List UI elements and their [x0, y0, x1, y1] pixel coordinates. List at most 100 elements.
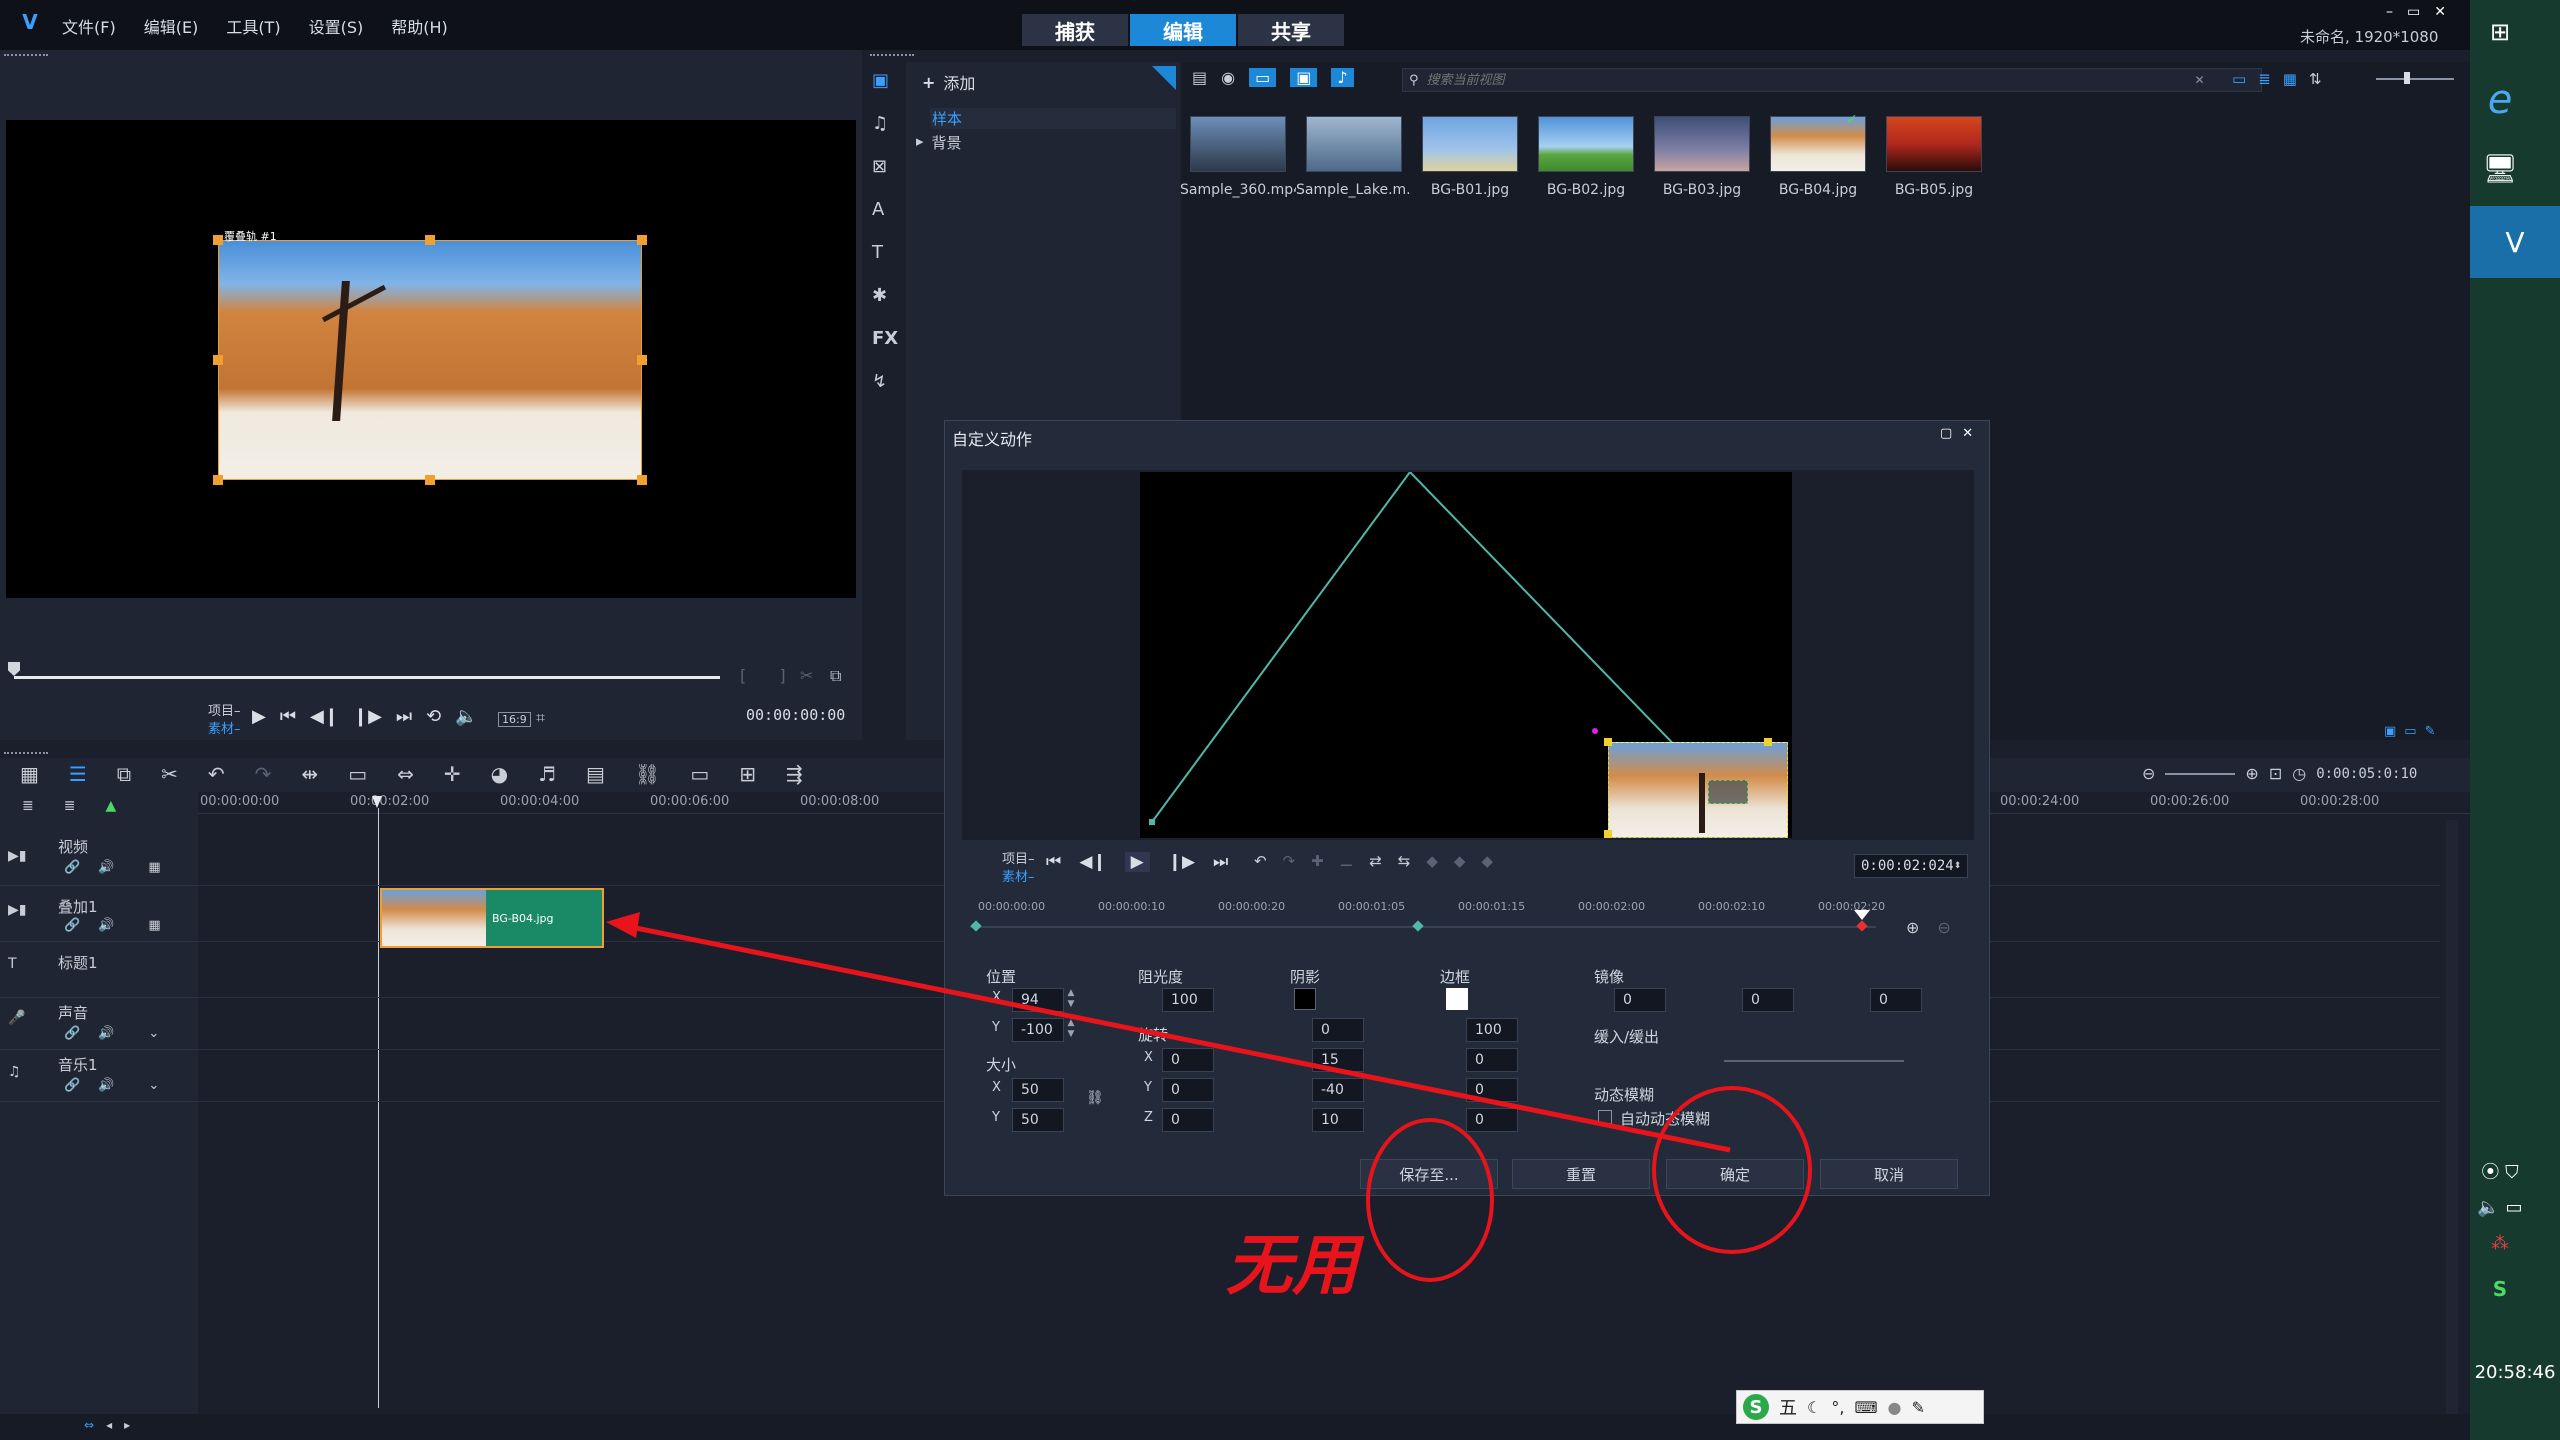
go-end-icon[interactable]: ⏭: [1213, 852, 1228, 872]
timecode-stepper-icon[interactable]: ⬍: [1954, 861, 1962, 871]
link-icon[interactable]: 🔗: [64, 860, 80, 875]
shadow-angle-field[interactable]: -40: [1312, 1078, 1364, 1102]
redo-icon[interactable]: ↷: [1283, 852, 1296, 870]
ease-slider[interactable]: [1724, 1060, 1904, 1062]
video-track-icon[interactable]: ▶▮: [8, 848, 26, 864]
tools-icon[interactable]: ✂: [161, 762, 178, 786]
crop-icon[interactable]: ⌗: [536, 708, 545, 728]
tray-ime-icon[interactable]: S: [2470, 1274, 2530, 1304]
grid-icon[interactable]: ⊞: [739, 762, 756, 786]
import-folder-icon[interactable]: ▤: [1192, 68, 1207, 87]
timeline-view-icon[interactable]: ☰: [69, 762, 87, 786]
add-folder-button[interactable]: + 添加: [922, 70, 975, 94]
title-library-icon[interactable]: A: [872, 199, 898, 220]
tray-network-icon[interactable]: ⦿ ⛉: [2470, 1156, 2530, 1186]
speaker-icon[interactable]: 🔊: [98, 918, 114, 933]
play-icon[interactable]: ▶: [252, 706, 266, 727]
next-frame-icon[interactable]: ❙▶: [1168, 852, 1195, 872]
fit-project-icon[interactable]: ⊡: [2269, 764, 2282, 783]
thumbnail-view-icon[interactable]: ▭: [2232, 70, 2246, 88]
voice-track-icon[interactable]: 🎤: [8, 1010, 26, 1026]
tab-edit[interactable]: 编辑: [1130, 14, 1236, 46]
menu-file[interactable]: 文件(F): [62, 14, 116, 38]
clock[interactable]: 20:58:46: [2470, 1362, 2560, 1383]
show-video-icon[interactable]: ▭: [1249, 68, 1277, 87]
border-color-swatch[interactable]: [1446, 988, 1468, 1010]
repeat-icon[interactable]: ⟲: [426, 706, 441, 727]
audio-icon[interactable]: ♬: [538, 762, 556, 786]
maximize-icon[interactable]: ▢: [1940, 426, 1952, 441]
shadow-opacity-field[interactable]: 0: [1312, 1018, 1364, 1042]
timeline-clip[interactable]: BG-B04.jpg: [380, 888, 604, 948]
wrench-icon[interactable]: ✎: [1912, 1398, 1925, 1417]
tree-item-backgrounds[interactable]: ▸ 背景: [916, 132, 962, 153]
title-track-icon[interactable]: T: [8, 956, 26, 972]
undo-icon[interactable]: ↶: [1254, 852, 1267, 870]
moon-icon[interactable]: ☾: [1807, 1398, 1821, 1417]
ripple-icon[interactable]: ▦: [148, 918, 160, 933]
rotate-handle[interactable]: [1592, 728, 1598, 734]
fit-icon[interactable]: ⇹: [301, 762, 318, 786]
border-opacity-field[interactable]: 100: [1466, 1018, 1518, 1042]
speaker-icon[interactable]: 🔊: [98, 860, 114, 875]
thumbnail-size-slider[interactable]: [2376, 78, 2454, 80]
dialog-clip-label[interactable]: 素材–: [1002, 866, 1035, 885]
zoom-in-icon[interactable]: ⊕: [1906, 918, 1919, 937]
resize-handle[interactable]: [213, 475, 223, 485]
border-radius-field[interactable]: 0: [1466, 1108, 1518, 1132]
opacity-field[interactable]: 100: [1162, 988, 1214, 1012]
zoom-in-icon[interactable]: ⊕: [2245, 764, 2258, 783]
clip-mode-label[interactable]: 素材–: [208, 718, 241, 737]
remove-keyframe-icon[interactable]: ⚊: [1340, 852, 1353, 870]
thumbnail-size-knob[interactable]: [2404, 72, 2410, 84]
scroll-right-icon[interactable]: ▸: [124, 1418, 130, 1432]
windows-start-icon[interactable]: ⊞: [2470, 12, 2530, 52]
undo-icon[interactable]: ↶: [208, 762, 225, 786]
mirror-offset-field[interactable]: 0: [1870, 988, 1922, 1012]
ime-mode[interactable]: 五: [1779, 1394, 1797, 1420]
subtitle-icon[interactable]: ▤: [586, 762, 605, 786]
size-x-field[interactable]: 50: [1012, 1078, 1064, 1102]
resize-handle[interactable]: [637, 235, 647, 245]
auto-music-icon[interactable]: ⇶: [786, 762, 803, 786]
speaker-icon[interactable]: 🔊: [98, 1026, 114, 1041]
link-icon[interactable]: 🔗: [64, 1026, 80, 1041]
shadow-blur-field[interactable]: 15: [1312, 1048, 1364, 1072]
prev-frame-icon[interactable]: ◀❙: [1079, 852, 1106, 872]
motion-clip-preview[interactable]: [1608, 742, 1788, 838]
dialog-project-label[interactable]: 项目–: [1002, 848, 1035, 867]
ime-logo-icon[interactable]: S: [1743, 1394, 1769, 1420]
link-aspect-icon[interactable]: ⛓: [1086, 1090, 1104, 1106]
go-start-icon[interactable]: ⏮: [280, 706, 296, 727]
prev-frame-icon[interactable]: ◀❙: [310, 706, 339, 727]
keyboard-icon[interactable]: ⌨: [1854, 1398, 1877, 1417]
zoom-slider[interactable]: [2165, 772, 2236, 775]
dialog-timecode[interactable]: 0:00:02:024 ⬍: [1854, 854, 1968, 878]
rotation-y-field[interactable]: 0: [1162, 1078, 1214, 1102]
resize-handle[interactable]: [425, 475, 435, 485]
instant-project-icon[interactable]: ♫: [872, 113, 898, 134]
tree-item-samples[interactable]: 样本: [930, 108, 1176, 129]
library-thumbnail[interactable]: [1538, 116, 1634, 172]
multicam-icon[interactable]: ⛓: [635, 762, 660, 786]
overlay-track-icon[interactable]: ▶▮: [8, 902, 26, 918]
stepper-icon[interactable]: ▲ ▼: [1064, 988, 1078, 1012]
maximize-icon[interactable]: ▭: [2407, 4, 2420, 20]
color-icon[interactable]: ◕: [491, 762, 508, 786]
transition-icon[interactable]: ⊠: [872, 156, 898, 177]
copy-icon[interactable]: ⧉: [117, 762, 131, 786]
rotation-z-field[interactable]: 0: [1162, 1108, 1214, 1132]
show-audio-icon[interactable]: ♪: [1331, 68, 1354, 87]
add-keyframe-icon[interactable]: ✚: [1311, 852, 1324, 870]
link-icon[interactable]: 🔗: [64, 918, 80, 933]
resize-handle[interactable]: [213, 355, 223, 365]
library-search[interactable]: ⚲ ✕: [1402, 68, 2262, 92]
grid-view-icon[interactable]: ▦: [2283, 70, 2297, 88]
keyframe-copy-icon[interactable]: ◆: [1481, 852, 1493, 870]
play-icon[interactable]: ▶: [1124, 852, 1150, 872]
user-icon[interactable]: ●: [1888, 1398, 1902, 1417]
resize-handle[interactable]: [637, 475, 647, 485]
mirror-opacity-field[interactable]: 0: [1614, 988, 1666, 1012]
record-icon[interactable]: ◉: [1221, 68, 1235, 87]
go-start-icon[interactable]: ⏮: [1046, 852, 1061, 872]
